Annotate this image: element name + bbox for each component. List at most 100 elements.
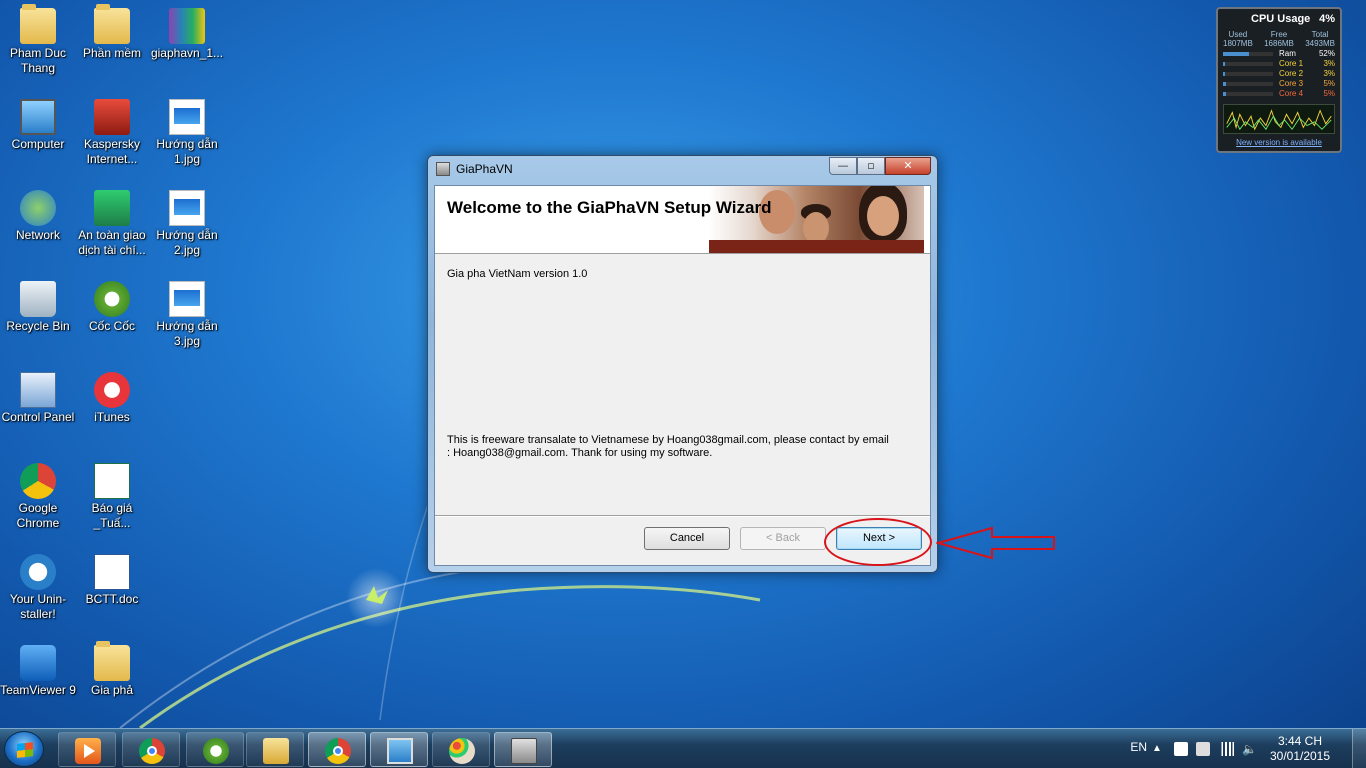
desktop-icon[interactable]: Computer [0, 99, 76, 152]
gadget-usage-row: Core 1 3% [1223, 59, 1335, 68]
taskbar: EN ▲ 🔈 3:44 CH 30/01/2015 [0, 728, 1366, 768]
network-signal-icon[interactable] [1220, 742, 1234, 756]
desktop-icon[interactable]: Báo giá _Tuấ... [74, 463, 150, 531]
annotation-arrow [936, 526, 1055, 560]
coccoc-pinned-button[interactable] [186, 732, 244, 767]
network-icon [20, 190, 56, 226]
system-tray: EN ▲ 🔈 3:44 CH 30/01/2015 [1106, 729, 1366, 768]
desktop-icon-label: Google Chrome [16, 501, 60, 530]
itunes-icon [94, 372, 130, 408]
language-indicator[interactable]: EN [1130, 740, 1147, 754]
volume-icon[interactable]: 🔈 [1242, 742, 1257, 756]
teamviewer-icon [20, 645, 56, 681]
installer-icon [436, 162, 450, 176]
desktop-icon[interactable]: Your Unin-staller! [0, 554, 76, 622]
usage-bar [1223, 51, 1273, 56]
cpu-usage-gadget[interactable]: CPU Usage 4% Used 1807MB Free 1686MB Total… [1216, 7, 1342, 153]
wizard-banner: Welcome to the GiaPhaVN Setup Wizard [435, 186, 930, 254]
desktop-icon[interactable]: Hướng dẫn 1.jpg [149, 99, 225, 167]
used-header: Used [1228, 30, 1248, 39]
archive-icon [169, 8, 205, 44]
desktop-icon[interactable]: Hướng dẫn 3.jpg [149, 281, 225, 349]
gadget-usage-row: Core 4 5% [1223, 89, 1335, 98]
desktop-icon[interactable]: iTunes [74, 372, 150, 425]
show-desktop-button[interactable] [1352, 729, 1366, 768]
usage-bar [1223, 81, 1273, 86]
device-icon[interactable] [1196, 742, 1210, 756]
desktop-icon[interactable]: An toàn giao dịch tài chí... [74, 190, 150, 258]
desktop-icon[interactable]: Pham Duc Thang [0, 4, 76, 76]
usage-bar-fill [1223, 61, 1225, 66]
clock[interactable]: 3:44 CH 30/01/2015 [1260, 734, 1340, 764]
desktop-icon-label: Control Panel [1, 410, 75, 424]
desktop-icon[interactable]: BCTT.doc [74, 554, 150, 607]
usage-label: Core 3 [1279, 79, 1304, 88]
word-file-icon [94, 554, 130, 590]
desktop-icon-label: iTunes [94, 410, 130, 424]
media-player-button[interactable] [58, 732, 116, 767]
usage-label: Core 4 [1279, 89, 1304, 98]
desktop-icon-label: Kaspersky Internet... [83, 137, 141, 166]
back-button[interactable]: < Back [740, 527, 826, 550]
total-header: Total [1311, 30, 1329, 39]
usage-bar-fill [1223, 71, 1225, 76]
desktop-icon[interactable]: Network [0, 190, 76, 243]
show-hidden-icons-chevron-icon[interactable]: ▲ [1152, 742, 1166, 756]
chrome-icon [325, 738, 351, 764]
shortcut-card-icon [94, 190, 130, 226]
wizard-body: Gia pha VietNam version 1.0 This is free… [435, 254, 930, 459]
image-viewer-button[interactable] [370, 732, 428, 767]
clock-date: 30/01/2015 [1269, 749, 1331, 763]
usage-bar-fill [1223, 91, 1226, 96]
maximize-button[interactable]: ▫ [857, 157, 885, 175]
desktop-icon-label: Pham Duc Thang [9, 46, 67, 75]
used-value: 1807MB [1223, 39, 1253, 48]
desktop-icon[interactable]: Control Panel [0, 372, 76, 425]
desktop-icon-label: Hướng dẫn 1.jpg [156, 137, 218, 166]
wizard-heading: Welcome to the GiaPhaVN Setup Wizard [447, 198, 772, 217]
desktop-icon[interactable]: Kaspersky Internet... [74, 99, 150, 167]
close-button[interactable]: ✕ [885, 157, 931, 175]
chrome-pinned-button[interactable] [122, 732, 180, 767]
coccoc-icon [203, 738, 229, 764]
desktop-icon[interactable]: Google Chrome [0, 463, 76, 531]
desktop-icon-label: Computer [11, 137, 65, 151]
action-center-flag-icon[interactable] [1174, 742, 1188, 756]
paint-palette-icon [449, 738, 475, 764]
gadget-usage-row: Core 3 5% [1223, 79, 1335, 88]
desktop-icon[interactable]: Hướng dẫn 2.jpg [149, 190, 225, 258]
clock-time: 3:44 CH [1277, 734, 1323, 748]
desktop-icon[interactable]: Phần mềm [74, 4, 150, 61]
usage-bar [1223, 61, 1273, 66]
explorer-pinned-button[interactable] [246, 732, 304, 767]
desktop-icon[interactable]: Recycle Bin [0, 281, 76, 334]
usage-label: Ram [1279, 49, 1296, 58]
desktop-icon-label: Phần mềm [82, 46, 142, 60]
desktop-icon[interactable]: Gia phả [74, 641, 150, 698]
coccoc-icon [94, 281, 130, 317]
usage-value: 3% [1323, 59, 1335, 68]
desktop-icon-label: Network [15, 228, 60, 242]
desktop-icon[interactable]: TeamViewer 9 [0, 645, 76, 698]
folder-icon [94, 641, 130, 681]
cancel-button[interactable]: Cancel [644, 527, 730, 550]
minimize-button[interactable]: — [829, 157, 857, 175]
paint-button[interactable] [432, 732, 490, 767]
image-file-icon [169, 190, 205, 226]
chrome-window-button[interactable] [308, 732, 366, 767]
start-button[interactable] [4, 731, 44, 767]
new-version-link[interactable]: New version is available [1223, 138, 1335, 147]
cpu-history-graph [1223, 104, 1335, 134]
desktop-icon[interactable]: Cốc Cốc [74, 281, 150, 334]
usage-bar [1223, 71, 1273, 76]
uninstaller-icon [20, 554, 56, 590]
total-value: 3493MB [1305, 39, 1335, 48]
setup-wizard-window[interactable]: GiaPhaVN — ▫ ✕ Welcome to the GiaPhaVN S… [427, 155, 938, 573]
desktop-icon-label: Hướng dẫn 2.jpg [156, 228, 218, 257]
usage-bar-fill [1223, 51, 1249, 56]
usage-bar [1223, 91, 1273, 96]
version-text: Gia pha VietNam version 1.0 [447, 268, 588, 280]
desktop-icon[interactable]: giaphavn_1... [149, 8, 225, 61]
setup-installer-button[interactable] [494, 732, 552, 767]
recycle-bin-icon [20, 281, 56, 317]
